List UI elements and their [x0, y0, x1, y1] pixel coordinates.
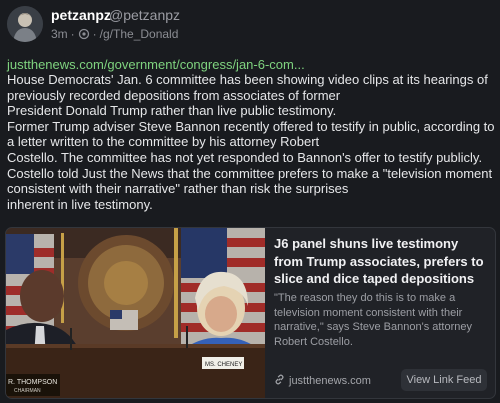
link-icon	[274, 374, 285, 388]
post: petzanpz @petzanpz 3m · · /g/The_Donald …	[0, 0, 500, 403]
meta-separator: ·	[70, 27, 75, 41]
post-body-line: Costello. The committee has not yet resp…	[7, 149, 483, 165]
post-body-line: Costello told Just the News that the com…	[7, 165, 493, 197]
nameplate-left-title: CHAIRMAN	[14, 388, 41, 394]
card-domain-label: justthenews.com	[289, 375, 371, 387]
post-meta: 3m · · /g/The_Donald	[51, 27, 178, 41]
feed-link[interactable]: /g/The_Donald	[100, 27, 179, 41]
post-body: House Democrats' Jan. 6 committee has be…	[7, 72, 495, 212]
card-description: "The reason they do this is to make a te…	[274, 292, 472, 348]
link-preview-card[interactable]: R. THOMPSON CHAIRMAN MS. CHENEY J6 panel…	[5, 227, 496, 399]
avatar[interactable]	[7, 6, 43, 42]
author-handle[interactable]: @petzanpz	[109, 7, 180, 23]
post-body-line: House Democrats' Jan. 6 committee has be…	[7, 72, 488, 103]
card-title[interactable]: J6 panel shuns live testimony from Trump…	[274, 235, 488, 288]
post-body-line: Former Trump adviser Steve Bannon recent…	[7, 118, 495, 150]
repost-icon	[78, 28, 90, 40]
meta-separator: ·	[92, 27, 97, 41]
post-time[interactable]: 3m	[51, 27, 68, 41]
card-domain[interactable]: justthenews.com	[274, 374, 371, 388]
author-name[interactable]: petzanpz	[51, 7, 111, 23]
post-link[interactable]: justthenews.com/government/congress/jan-…	[7, 57, 305, 72]
view-link-feed-button[interactable]: View Link Feed	[401, 369, 487, 391]
nameplate-right: MS. CHENEY	[205, 362, 242, 368]
post-body-line: President Donald Trump rather than live …	[7, 103, 337, 119]
post-body-line: inherent in live testimony.	[7, 196, 153, 212]
card-image[interactable]: R. THOMPSON CHAIRMAN MS. CHENEY	[6, 228, 265, 398]
nameplate-left: R. THOMPSON	[8, 379, 57, 386]
